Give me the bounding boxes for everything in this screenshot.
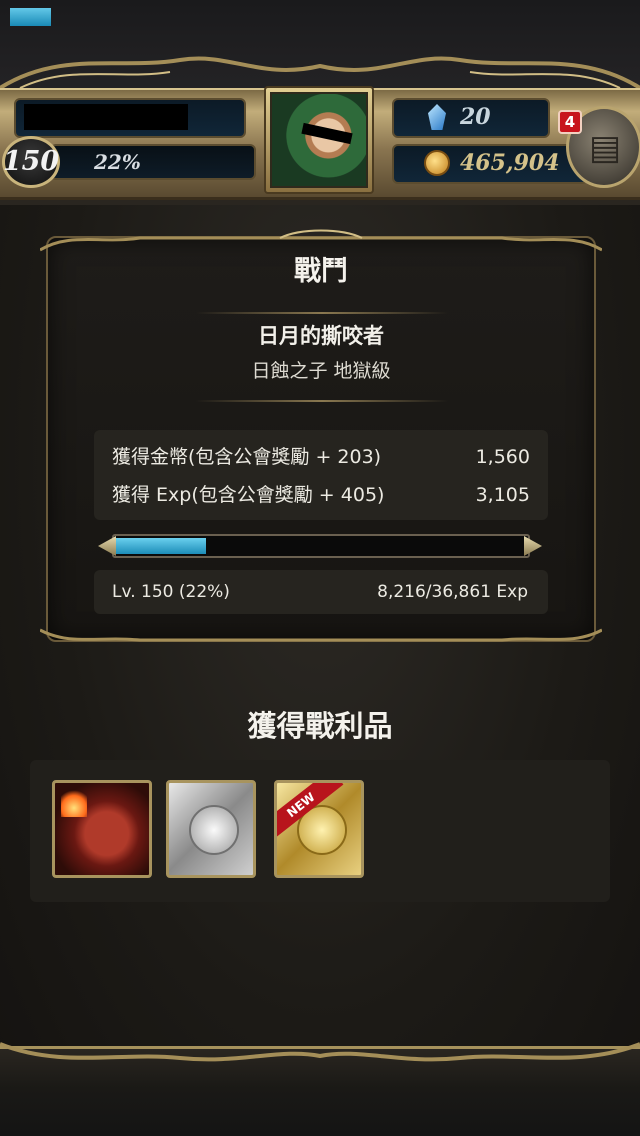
bottom-ornament (0, 1042, 640, 1062)
avatar[interactable] (270, 92, 368, 188)
player-name-redacted (24, 104, 188, 130)
exp-reward-label: 獲得 Exp(包含公會獎勵 + 405) (112, 484, 385, 506)
panel-top-ornament (40, 229, 602, 252)
stage-name: 日月的撕咬者 (258, 324, 384, 348)
title-divider-top (196, 312, 448, 314)
exp-line: 8,216/36,861 Exp (377, 582, 528, 602)
loot-item-silver-medal[interactable] (166, 780, 256, 878)
loot-item-red-wolf[interactable] (52, 780, 152, 878)
silver-medal-icon (189, 805, 239, 855)
top-ornament (0, 56, 640, 90)
exp-bar-fill (10, 8, 51, 26)
gem-count: 20 (460, 104, 491, 130)
loot-title: 獲得戰利品 (247, 709, 393, 743)
title-divider-bottom (196, 400, 448, 402)
notification-badge: 4 (558, 110, 582, 134)
battle-title: 戰鬥 (294, 256, 348, 287)
level-line: Lv. 150 (22%) (112, 582, 230, 602)
coin-count: 465,904 (460, 150, 560, 176)
panel-bottom-ornament (40, 628, 602, 642)
coin-reward-label: 獲得金幣(包含公會獎勵 + 203) (112, 446, 382, 468)
coin-reward-value: 1,560 (475, 446, 530, 468)
loot-item-gold-medal[interactable]: NEW (274, 780, 364, 878)
level-progress-fill (116, 538, 206, 554)
exp-reward-value: 3,105 (475, 484, 530, 506)
level-value: 150 (2, 146, 60, 177)
exp-percent: 22% (94, 150, 141, 174)
menu-book-icon: ▤ (588, 128, 622, 168)
coin-icon (424, 150, 450, 176)
stage-subtitle: 日蝕之子 地獄級 (251, 360, 391, 382)
flame-icon (61, 787, 87, 817)
